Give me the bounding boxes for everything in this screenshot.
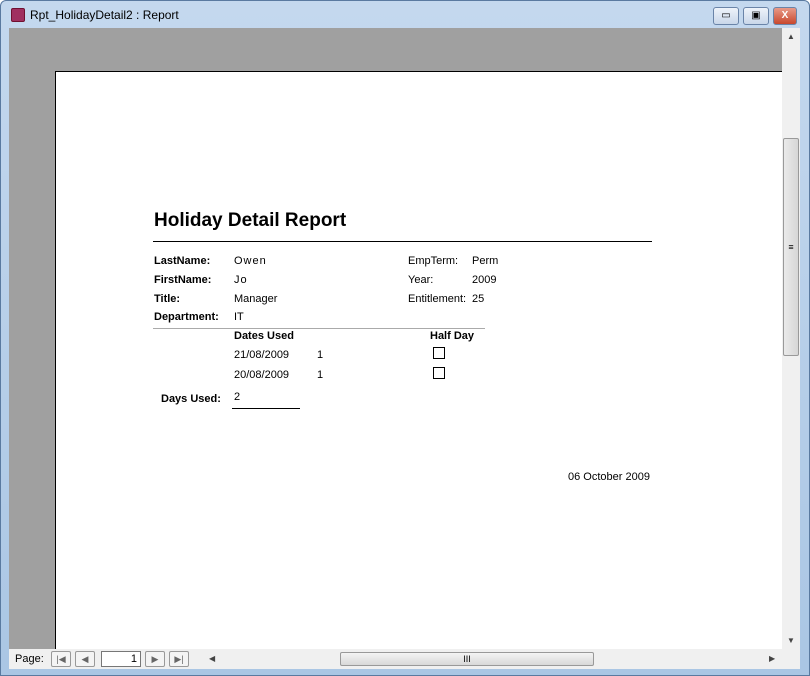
minimize-button[interactable]: ▭ xyxy=(713,7,739,25)
scroll-up-icon[interactable]: ▲ xyxy=(787,32,795,41)
last-name-value: Owen xyxy=(234,255,267,267)
footer-date: 06 October 2009 xyxy=(568,471,650,483)
half-day-header: Half Day xyxy=(430,330,475,342)
row-date: 21/08/2009 xyxy=(234,349,290,361)
window-title: Rpt_HolidayDetail2 : Report xyxy=(30,8,179,22)
first-page-button[interactable]: |◀ xyxy=(51,651,71,667)
entitlement-label: Entitlement: xyxy=(408,293,467,305)
scroll-right-icon[interactable]: ▶ xyxy=(769,654,775,663)
entitlement-value: 25 xyxy=(472,293,485,305)
report-window: Rpt_HolidayDetail2 : Report ▭ ▣ X Holida… xyxy=(0,0,810,676)
row-days: 1 xyxy=(317,349,324,361)
first-name-value: Jo xyxy=(234,274,248,286)
last-page-button[interactable]: ▶| xyxy=(169,651,189,667)
vertical-scroll-thumb[interactable]: ≡ xyxy=(783,138,799,356)
row-date: 20/08/2009 xyxy=(234,369,290,381)
report-title: Holiday Detail Report xyxy=(154,210,347,231)
title-value: Manager xyxy=(234,293,278,305)
title-label: Title: xyxy=(154,293,181,305)
department-label: Department: xyxy=(154,311,219,323)
last-name-label: LastName: xyxy=(154,255,211,267)
days-used-label: Days Used: xyxy=(161,393,221,405)
department-value: IT xyxy=(234,311,244,323)
vertical-scrollbar[interactable]: ▲ ≡ ▼ xyxy=(782,28,800,649)
page-number-input[interactable]: 1 xyxy=(101,651,141,667)
close-button[interactable]: X xyxy=(773,7,797,25)
title-divider xyxy=(153,241,652,242)
report-canvas: Holiday Detail Report LastName: Owen Fir… xyxy=(9,28,782,651)
emp-term-value: Perm xyxy=(472,255,499,267)
section-divider xyxy=(153,328,485,329)
previous-page-button[interactable]: ◀ xyxy=(75,651,95,667)
title-bar: Rpt_HolidayDetail2 : Report xyxy=(11,8,179,22)
next-page-button[interactable]: ▶ xyxy=(145,651,165,667)
half-day-checkbox xyxy=(433,347,445,359)
first-name-label: FirstName: xyxy=(154,274,212,286)
half-day-checkbox xyxy=(433,367,445,379)
report-page: Holiday Detail Report LastName: Owen Fir… xyxy=(55,71,782,651)
year-label: Year: xyxy=(408,274,434,286)
navigation-bar: Page: |◀ ◀ 1 ▶ ▶| ◀ III ▶ xyxy=(9,649,800,669)
row-days: 1 xyxy=(317,369,324,381)
days-used-value: 2 xyxy=(234,391,241,403)
scroll-down-icon[interactable]: ▼ xyxy=(787,636,795,645)
page-label: Page: xyxy=(15,653,44,665)
access-report-icon xyxy=(11,8,25,22)
days-used-underline xyxy=(232,408,300,409)
year-value: 2009 xyxy=(472,274,497,286)
horizontal-scroll-thumb[interactable]: III xyxy=(340,652,594,666)
dates-used-header: Dates Used xyxy=(234,330,294,342)
restore-button[interactable]: ▣ xyxy=(743,7,769,25)
scroll-left-icon[interactable]: ◀ xyxy=(209,654,215,663)
emp-term-label: EmpTerm: xyxy=(408,255,459,267)
